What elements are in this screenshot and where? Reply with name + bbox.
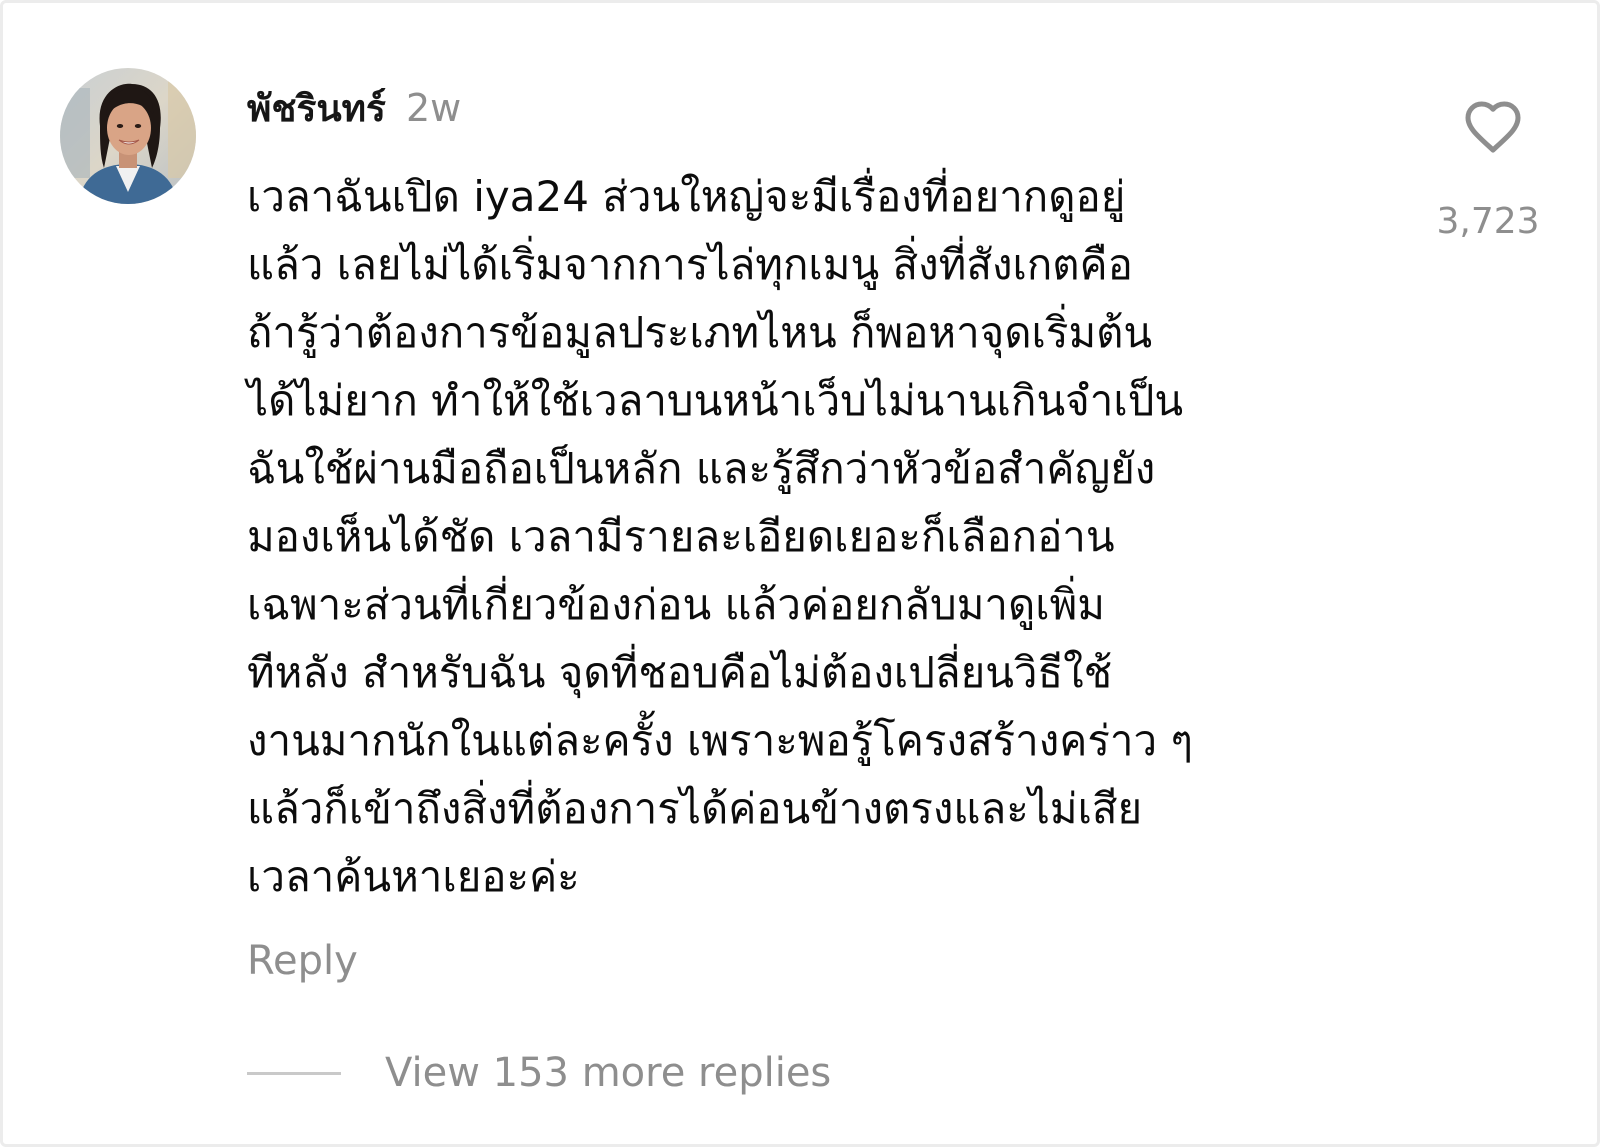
- comment-line: เฉพาะส่วนที่เกี่ยวข้องก่อน แล้วค่อยกลับม…: [247, 580, 1105, 629]
- timestamp: 2w: [405, 86, 462, 130]
- replies-divider: [247, 1071, 341, 1075]
- username[interactable]: พัชรินทร์: [247, 79, 386, 138]
- comment-line: ทีหลัง สำหรับฉัน จุดที่ชอบคือไม่ต้องเปลี…: [247, 648, 1113, 697]
- comment-line: ถ้ารู้ว่าต้องการข้อมูลประเภทไหน ก็พอหาจุ…: [247, 308, 1153, 357]
- view-replies-button[interactable]: View 153 more replies: [247, 1043, 831, 1103]
- comment-line: ฉันใช้ผ่านมือถือเป็นหลัก และรู้สึกว่าหัว…: [247, 444, 1156, 493]
- like-count: 3,723: [1436, 201, 1540, 242]
- comment-line: เวลาฉันเปิด iya24 ส่วนใหญ่จะมีเรื่องที่อ…: [247, 172, 1126, 221]
- heart-outline-icon: [1465, 101, 1521, 153]
- comment-text: เวลาฉันเปิด iya24 ส่วนใหญ่จะมีเรื่องที่อ…: [247, 163, 1367, 911]
- avatar[interactable]: [60, 68, 196, 204]
- comment-line: มองเห็นได้ชัด เวลามีรายละเอียดเยอะก็เลือ…: [247, 512, 1115, 561]
- comment-line: งานมากนักในแต่ละครั้ง เพราะพอรู้โครงสร้า…: [247, 716, 1193, 765]
- comment-line: เวลาค้นหาเยอะค่ะ: [247, 852, 580, 901]
- comment-card: พัชรินทร์ 2w เวลาฉันเปิด iya24 ส่วนใหญ่จ…: [0, 0, 1600, 1147]
- avatar-photo: [60, 68, 196, 204]
- comment-line: ได้ไม่ยาก ทำให้ใช้เวลาบนหน้าเว็บไม่นานเก…: [247, 376, 1184, 425]
- comment-line: แล้ว เลยไม่ได้เริ่มจากการไล่ทุกเมนู สิ่ง…: [247, 240, 1133, 289]
- reply-button[interactable]: Reply: [247, 938, 358, 984]
- like-button[interactable]: [1463, 99, 1529, 159]
- view-replies-label: View 153 more replies: [385, 1050, 832, 1096]
- comment-header: พัชรินทร์ 2w: [247, 79, 461, 135]
- comment-line: แล้วก็เข้าถึงสิ่งที่ต้องการได้ค่อนข้างตร…: [247, 784, 1143, 833]
